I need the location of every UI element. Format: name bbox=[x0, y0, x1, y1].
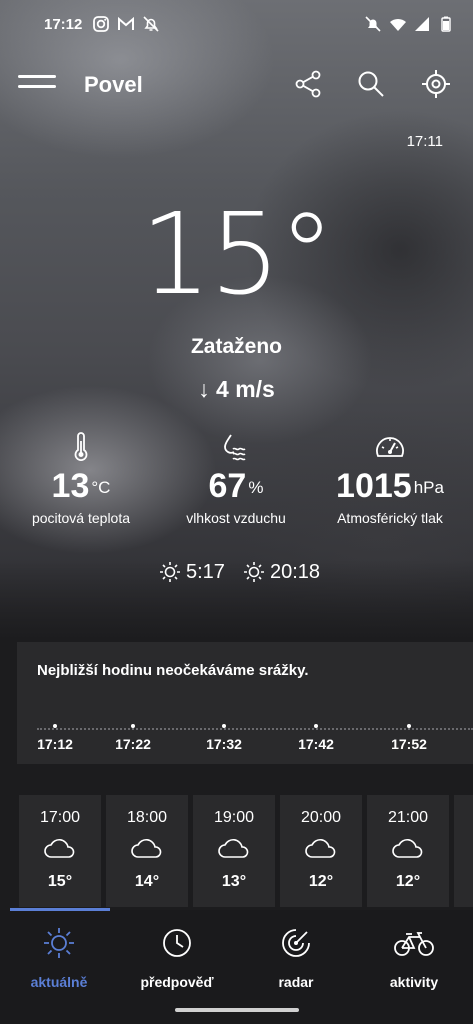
precip-time-tick: 17:42 bbox=[291, 720, 341, 752]
precip-time-tick: 17:12 bbox=[30, 720, 80, 752]
hourly-time: 19:00 bbox=[213, 809, 255, 826]
gmail-icon bbox=[118, 16, 134, 30]
hourly-temp: 12° bbox=[395, 873, 421, 890]
nav-label: aktuálně bbox=[30, 974, 88, 990]
hourly-card-partial[interactable] bbox=[454, 795, 473, 907]
gauge-icon bbox=[376, 437, 404, 457]
instagram-icon bbox=[93, 16, 109, 32]
clock-icon bbox=[163, 929, 191, 957]
stat-value: 67 bbox=[208, 467, 247, 505]
hourly-temp: 13° bbox=[221, 873, 247, 890]
nav-label: předpověď bbox=[140, 974, 214, 990]
precip-time-tick: 17:52 bbox=[384, 720, 434, 752]
share-icon[interactable] bbox=[292, 68, 324, 100]
condition-text: Zataženo bbox=[190, 335, 282, 358]
battery-icon bbox=[441, 16, 451, 32]
nav-tab-radar[interactable]: radar bbox=[237, 926, 355, 990]
alarm-off-icon bbox=[143, 16, 159, 32]
hourly-temp: 12° bbox=[308, 873, 334, 890]
hourly-time: 21:00 bbox=[387, 809, 429, 826]
sun-icon bbox=[44, 928, 74, 958]
current-temperature: 15° bbox=[140, 190, 335, 320]
sunrise: 5:17 bbox=[158, 560, 225, 584]
hourly-temp: 14° bbox=[134, 873, 160, 890]
hourly-card[interactable]: 18:00 14° bbox=[106, 795, 188, 907]
cloud-icon bbox=[392, 839, 423, 858]
sunrise-icon bbox=[160, 562, 180, 582]
sunset-icon bbox=[244, 562, 264, 582]
humidity-icon bbox=[224, 434, 246, 461]
radar-icon bbox=[282, 929, 310, 957]
stat-unit: hPa bbox=[413, 478, 444, 497]
precip-time-label: 17:42 bbox=[298, 736, 334, 752]
cloud-icon bbox=[44, 839, 75, 858]
stat-label: Atmosférický tlak bbox=[337, 510, 443, 526]
wifi-icon bbox=[390, 18, 406, 31]
signal-icon bbox=[415, 17, 429, 31]
active-tab-indicator bbox=[10, 908, 110, 911]
app-bar: Povel bbox=[0, 60, 473, 110]
hourly-card[interactable]: 21:00 12° bbox=[367, 795, 449, 907]
nav-label: aktivity bbox=[389, 974, 439, 990]
hourly-temp: 15° bbox=[47, 873, 73, 890]
nav-label: radar bbox=[278, 974, 314, 990]
nav-tab-forecast[interactable]: předpověď bbox=[118, 926, 236, 990]
sky-fade bbox=[0, 560, 473, 640]
stat-label: pocitová teplota bbox=[31, 510, 131, 526]
menu-button[interactable] bbox=[18, 75, 56, 97]
wind-speed: 4 m/s bbox=[216, 376, 275, 402]
thermometer-icon bbox=[74, 432, 88, 461]
bottom-nav: aktuálně předpověď radar aktivity bbox=[0, 908, 473, 1024]
hourly-card[interactable]: 17:00 15° bbox=[19, 795, 101, 907]
cloud-icon bbox=[131, 839, 162, 858]
status-bar: 17:12 bbox=[0, 0, 473, 46]
wind-display: ↓ 4 m/s bbox=[0, 376, 473, 403]
hourly-time: 20:00 bbox=[300, 809, 342, 826]
updated-time: 17:11 bbox=[406, 133, 443, 150]
stat-unit: % bbox=[248, 478, 264, 497]
search-icon[interactable] bbox=[355, 68, 387, 100]
menu-line bbox=[18, 75, 56, 78]
cloud-icon bbox=[218, 839, 249, 858]
precip-time-label: 17:32 bbox=[206, 736, 242, 752]
precip-time-label: 17:12 bbox=[37, 736, 73, 752]
stat-label: vlhkost vzduchu bbox=[186, 510, 286, 526]
menu-line bbox=[18, 85, 56, 88]
hourly-card[interactable]: 19:00 13° bbox=[193, 795, 275, 907]
cloud-icon bbox=[305, 839, 336, 858]
gesture-handle[interactable] bbox=[175, 1008, 299, 1012]
precip-time-label: 17:22 bbox=[115, 736, 151, 752]
precip-time-label: 17:52 bbox=[391, 736, 427, 752]
precip-time-tick: 17:32 bbox=[199, 720, 249, 752]
location-icon[interactable] bbox=[420, 68, 452, 100]
wind-arrow-icon: ↓ bbox=[198, 376, 210, 402]
mute-icon bbox=[365, 16, 381, 32]
stat-pressure: 1015 hPa Atmosférický tlak bbox=[315, 432, 465, 526]
nav-tab-activities[interactable]: aktivity bbox=[355, 926, 473, 990]
sunset-time: 20:18 bbox=[270, 560, 321, 583]
location-title: Povel bbox=[84, 72, 143, 97]
sunset: 20:18 bbox=[242, 560, 320, 584]
precip-time-tick: 17:22 bbox=[108, 720, 158, 752]
bicycle-icon bbox=[394, 932, 434, 956]
hourly-time: 18:00 bbox=[126, 809, 168, 826]
sunrise-time: 5:17 bbox=[186, 560, 225, 583]
hourly-card[interactable]: 20:00 12° bbox=[280, 795, 362, 907]
nav-tab-current[interactable]: aktuálně bbox=[0, 926, 118, 990]
stat-value: 13 bbox=[51, 467, 90, 505]
stat-unit: °C bbox=[91, 478, 111, 497]
stat-humidity: 67% vlhkost vzduchu bbox=[161, 432, 311, 526]
stat-feels-like: 13 °C pocitová teplota bbox=[6, 432, 156, 526]
precipitation-message: Nejbližší hodinu neočekáváme srážky. bbox=[37, 662, 309, 679]
stat-value: 1015 bbox=[336, 467, 412, 505]
status-time: 17:12 bbox=[44, 16, 83, 33]
hourly-time: 17:00 bbox=[39, 809, 81, 826]
